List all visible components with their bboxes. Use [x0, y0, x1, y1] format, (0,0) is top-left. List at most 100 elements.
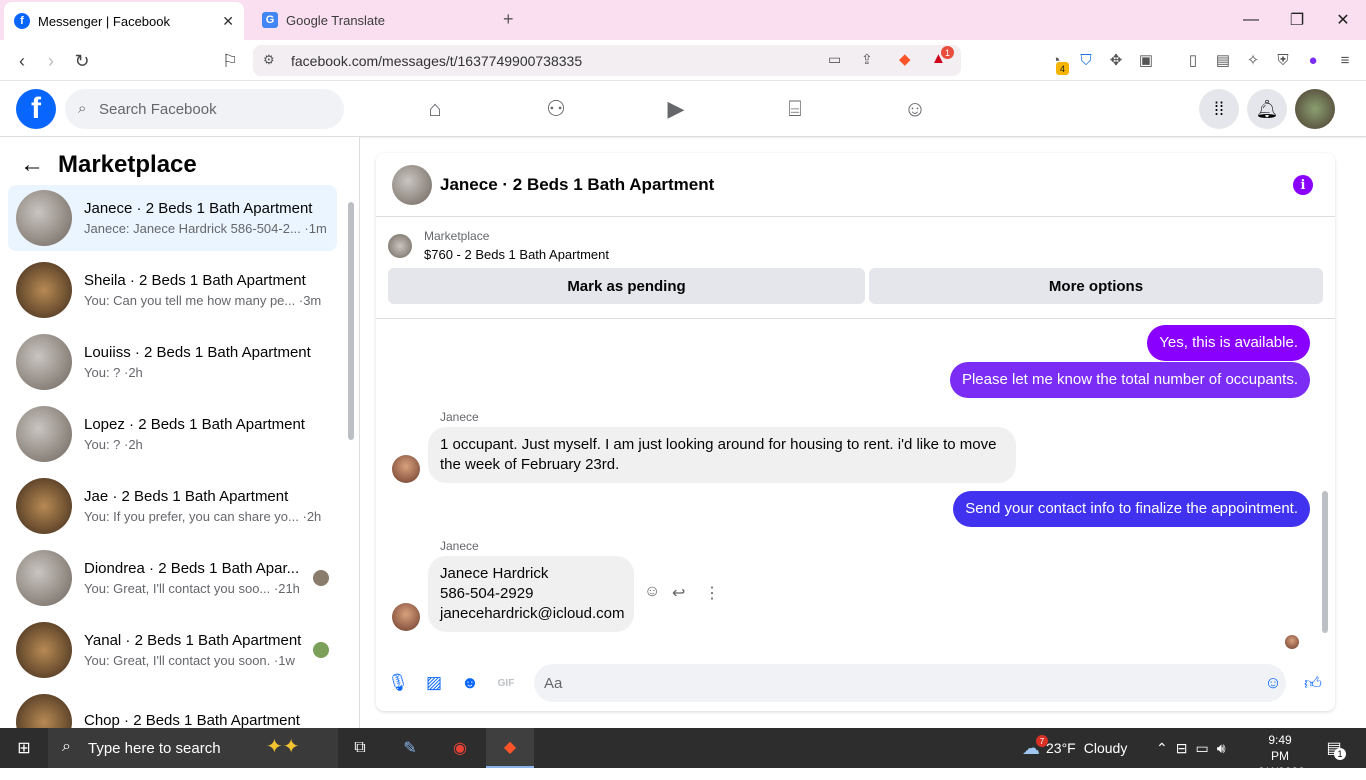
listing-thumbnail	[16, 478, 72, 534]
message-line: Janece Hardrick	[440, 565, 549, 582]
video-icon[interactable]: ▶	[660, 93, 692, 125]
conversation-name: Louiiss · 2 Beds 1 Bath Apartment	[84, 344, 311, 361]
logo-letter: f	[31, 92, 41, 125]
message-line: janecehardrick@icloud.com	[440, 605, 625, 622]
weather-widget[interactable]: ☁ 7 23°F Cloudy	[1022, 728, 1127, 768]
url-bar[interactable]: ⚙ facebook.com/messages/t/16377499007383…	[253, 45, 961, 76]
react-emoji-icon[interactable]: ☺	[644, 583, 660, 601]
conversation-preview: You: If you prefer, you can share yo... …	[84, 509, 322, 524]
windows-start-icon[interactable]: ⊞	[12, 736, 36, 760]
info-icon[interactable]: i	[1293, 175, 1313, 195]
chat-title[interactable]: Janece · 2 Beds 1 Bath Apartment	[440, 175, 714, 195]
conversation-item[interactable]: Yanal · 2 Beds 1 Bath Apartment You: Grea…	[8, 617, 337, 683]
tab-google-translate[interactable]: G Google Translate	[252, 0, 492, 40]
browser-tab-bar: f Messenger | Facebook ✕ G Google Transl…	[0, 0, 1366, 40]
emoji-icon[interactable]: ☺	[1261, 671, 1285, 695]
volume-icon[interactable]: 🔊︎	[1217, 740, 1226, 757]
share-icon[interactable]: ⇪	[861, 51, 873, 68]
conversation-item[interactable]: Louiiss · 2 Beds 1 Bath Apartment You: ? …	[8, 329, 337, 395]
chrome-icon[interactable]: ◉	[448, 736, 472, 760]
minimize-icon[interactable]: —	[1228, 0, 1274, 40]
conversation-item[interactable]: Chop · 2 Beds 1 Bath Apartment	[8, 689, 337, 728]
battery-icon[interactable]: ▭	[1195, 740, 1208, 757]
incoming-message[interactable]: 1 occupant. Just myself. I am just looki…	[428, 427, 1016, 483]
leo-ai-icon[interactable]: ✧	[1243, 50, 1263, 70]
sender-avatar[interactable]	[392, 603, 420, 631]
rewards-badge: 1	[941, 46, 954, 59]
like-thumbs-up-icon[interactable]: 👍︎	[1301, 671, 1325, 695]
listing-thumbnail	[16, 622, 72, 678]
microphone-icon[interactable]: 🎙︎	[386, 671, 410, 695]
profile-icon[interactable]: ●	[1303, 50, 1323, 70]
restore-icon[interactable]: ❐	[1274, 0, 1320, 40]
home-icon[interactable]: ⌂	[419, 93, 451, 125]
friends-icon[interactable]: ⚇	[540, 93, 572, 125]
menu-icon[interactable]: ≡	[1335, 50, 1355, 70]
reply-icon[interactable]: ↩	[672, 583, 685, 603]
gif-icon[interactable]: GIF	[494, 671, 518, 695]
bag-icon[interactable]: ⛉	[1076, 50, 1096, 70]
forward-icon[interactable]: ›	[38, 48, 64, 74]
taskbar-search-input[interactable]: ⌕ Type here to search ✦✦	[48, 728, 338, 768]
sender-avatar[interactable]	[392, 455, 420, 483]
conversation-item[interactable]: Sheila · 2 Beds 1 Bath Apartment You: Can…	[8, 257, 337, 323]
site-info-icon[interactable]: ⚙	[263, 52, 275, 68]
incoming-message[interactable]: Janece Hardrick 586-504-2929 janecehardr…	[428, 556, 634, 632]
outgoing-message[interactable]: Send your contact info to finalize the a…	[953, 491, 1310, 527]
notepad-icon[interactable]: ✎	[398, 736, 422, 760]
chat-scrollbar[interactable]	[1322, 491, 1328, 633]
marketplace-icon[interactable]: ⌸	[779, 93, 811, 125]
conversation-item[interactable]: Janece · 2 Beds 1 Bath Apartment Janece: …	[8, 185, 337, 251]
facebook-favicon-icon: f	[14, 13, 30, 29]
extension-badge: 4	[1056, 62, 1069, 75]
sticker-icon[interactable]: ☻	[458, 671, 482, 695]
vpn-icon[interactable]: ⛨	[1273, 50, 1293, 70]
menu-grid-icon[interactable]: ⁞⁞	[1199, 89, 1239, 129]
notifications-icon[interactable]: 🔔︎	[1247, 89, 1287, 129]
media-icon[interactable]: ▣	[1136, 50, 1156, 70]
task-view-icon[interactable]: ⧉	[348, 736, 372, 760]
more-actions-icon[interactable]: ⋮	[704, 583, 720, 603]
google-translate-favicon-icon: G	[262, 12, 278, 28]
chevron-up-icon[interactable]: ⌃	[1156, 740, 1168, 757]
photo-icon[interactable]: ▨	[422, 671, 446, 695]
conversation-item[interactable]: Jae · 2 Beds 1 Bath Apartment You: If you…	[8, 473, 337, 539]
message-line: 586-504-2929	[440, 585, 534, 602]
close-window-icon[interactable]: ✕	[1320, 0, 1366, 40]
search-input[interactable]: ⌕ Search Facebook	[65, 89, 344, 129]
new-tab-icon[interactable]: +	[503, 9, 514, 30]
mark-pending-button[interactable]: Mark as pending	[388, 268, 865, 304]
cast-icon[interactable]: ▭	[828, 51, 841, 68]
back-icon[interactable]: ‹	[9, 48, 35, 74]
weather-badge: 7	[1036, 735, 1048, 747]
outgoing-message[interactable]: Yes, this is available.	[1147, 325, 1310, 361]
sidebar-toggle-icon[interactable]: ▯	[1183, 50, 1203, 70]
conversation-item[interactable]: Lopez · 2 Beds 1 Bath Apartment You: ? ·2…	[8, 401, 337, 467]
clock[interactable]: 9:49 PM 2/4/2026	[1258, 732, 1305, 780]
conversation-preview: You: ? ·2h	[84, 437, 143, 452]
wallet-icon[interactable]: ▤	[1213, 50, 1233, 70]
back-arrow-icon[interactable]: ←	[20, 151, 44, 179]
account-avatar[interactable]	[1295, 89, 1335, 129]
puzzle-icon[interactable]: ✥	[1106, 50, 1126, 70]
tab-messenger[interactable]: f Messenger | Facebook ✕	[4, 2, 244, 40]
close-tab-icon[interactable]: ✕	[222, 13, 234, 30]
sidebar-scrollbar[interactable]	[348, 202, 354, 440]
conversation-item[interactable]: Diondrea · 2 Beds 1 Bath Apar... You: Gre…	[8, 545, 337, 611]
conversation-name: Yanal · 2 Beds 1 Bath Apartment	[84, 632, 302, 649]
listing-banner[interactable]: Marketplace $760 - 2 Beds 1 Bath Apartme…	[388, 229, 609, 262]
seen-avatar	[313, 570, 329, 586]
outgoing-message[interactable]: Please let me know the total number of o…	[949, 362, 1310, 398]
network-icon[interactable]: ⊟	[1176, 740, 1188, 757]
sidebar-title: Marketplace	[58, 151, 197, 178]
more-options-button[interactable]: More options	[869, 268, 1323, 304]
chat-avatar[interactable]	[392, 164, 432, 205]
bookmark-icon[interactable]: ⚐	[217, 48, 243, 74]
groups-icon[interactable]: ☺	[899, 93, 931, 125]
reload-icon[interactable]: ↻	[69, 48, 95, 74]
chat-panel: Janece · 2 Beds 1 Bath Apartment i Marke…	[376, 153, 1335, 711]
message-input[interactable]: Aa	[534, 664, 1286, 702]
brave-taskbar-icon[interactable]: ◆	[486, 728, 534, 768]
facebook-logo-icon[interactable]: f	[16, 89, 56, 129]
brave-shield-icon[interactable]: ◆	[899, 50, 911, 68]
